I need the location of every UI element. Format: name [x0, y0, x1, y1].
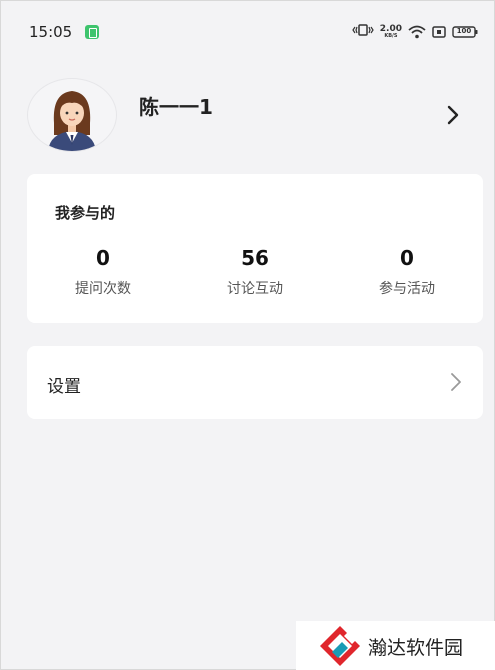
stat-label: 参与活动: [379, 281, 435, 297]
wifi-icon: [408, 25, 426, 39]
battery-icon: 100: [452, 26, 478, 38]
participation-card: 我参与的 0 提问次数 56 讨论互动 0 参与活动: [27, 174, 483, 323]
stat-value: 0: [400, 246, 414, 270]
status-bar: 15:05 2.00 KB/S 100: [1, 1, 495, 61]
settings-label: 设置: [47, 377, 81, 397]
female-avatar-icon: [48, 91, 96, 151]
app-notification-icon: [85, 25, 99, 39]
user-name: 陈一一1: [139, 95, 213, 119]
watermark: 瀚达软件园: [296, 621, 495, 670]
participation-title: 我参与的: [55, 204, 116, 222]
stat-label: 讨论互动: [227, 281, 283, 297]
stat-value: 56: [241, 246, 269, 270]
stat-questions[interactable]: 0 提问次数: [27, 246, 179, 298]
status-time: 15:05: [29, 23, 73, 41]
stat-activities[interactable]: 0 参与活动: [331, 246, 483, 298]
net-speed-indicator: 2.00 KB/S: [380, 25, 402, 39]
avatar[interactable]: [28, 79, 116, 151]
watermark-text: 瀚达软件园: [368, 636, 464, 659]
vibrate-icon: [352, 23, 374, 41]
status-icons: 2.00 KB/S 100: [352, 23, 478, 41]
net-speed-unit: KB/S: [384, 33, 398, 39]
participation-stats: 0 提问次数 56 讨论互动 0 参与活动: [27, 246, 483, 298]
sim-icon: [432, 26, 446, 38]
stat-discussions[interactable]: 56 讨论互动: [179, 246, 331, 298]
profile-header[interactable]: 陈一一1: [1, 77, 495, 157]
settings-row[interactable]: 设置: [27, 346, 483, 419]
stat-label: 提问次数: [75, 281, 131, 297]
battery-level: 100: [456, 27, 472, 35]
watermark-logo-icon: [320, 626, 360, 666]
chevron-right-icon: [451, 373, 461, 391]
chevron-right-icon[interactable]: [441, 103, 465, 127]
stat-value: 0: [96, 246, 110, 270]
